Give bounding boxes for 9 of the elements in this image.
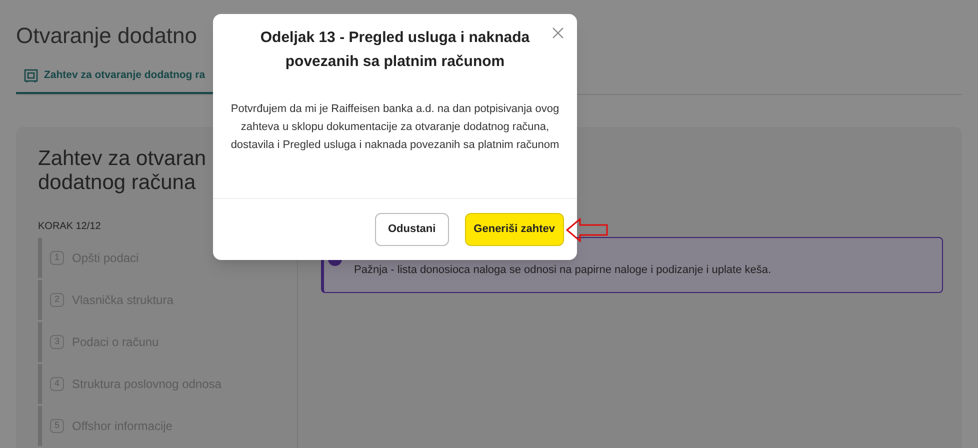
- wizard-title: dodatnog računa: [38, 170, 196, 195]
- notice-text: Pažnja - lista donosioca naloga se odnosi na papirne naloge i podizanje i uplate keša.: [354, 263, 772, 278]
- wizard-title: Zahtev za otvaran: [38, 146, 206, 171]
- generate-button[interactable]: Generiši zahtev: [464, 213, 564, 246]
- dialog-body: Potvrđujem da mi je Raiffeisen banka a.d. na dan potpisivanja ovog zahteva u sklopu dokumentacije za otvaranje dodatnog računa, dostavila i Pregled usluga i naknada povezanih sa platnim računom: [230, 102, 560, 153]
- step-counter: KORAK 12/12: [38, 220, 101, 234]
- dialog-title: Odeljak 13 - Pregled usluga i naknada povezanih sa platnim računom: [259, 28, 531, 72]
- page-title: Otvaranje dodatno: [16, 22, 198, 50]
- cancel-button[interactable]: Odustani: [375, 213, 449, 246]
